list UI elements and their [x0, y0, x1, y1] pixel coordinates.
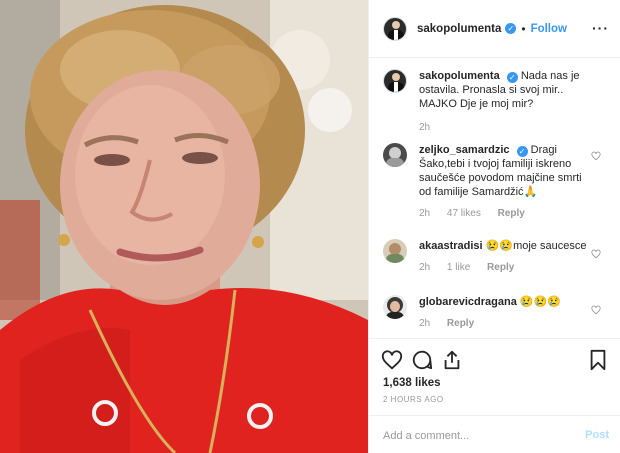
comment-body: globarevicdragana 😢😢😢 2h Reply	[419, 295, 593, 331]
comment-time[interactable]: 2h	[419, 262, 430, 273]
reply-button[interactable]: Reply	[498, 208, 525, 219]
verified-badge-icon: ✓	[505, 23, 517, 34]
header-separator: •	[521, 21, 526, 36]
action-icons	[381, 349, 609, 373]
comment-time[interactable]: 2h	[419, 208, 430, 219]
share-icon[interactable]	[441, 349, 463, 371]
add-comment-bar: Post	[369, 415, 620, 453]
comment-likes[interactable]: 47 likes	[447, 208, 481, 219]
comment-avatar[interactable]	[383, 143, 407, 167]
woman-portrait-image	[0, 0, 368, 453]
caption-meta: 2h	[419, 121, 593, 135]
post-timestamp[interactable]: 2 HOURS AGO	[383, 395, 444, 404]
more-options-icon[interactable]: ···	[592, 20, 609, 36]
instagram-post: sakopolumenta ✓ • Follow ··· sakopolumen…	[0, 0, 620, 453]
post-actions: 1,638 likes 2 HOURS AGO Post	[369, 338, 620, 453]
comment-avatar[interactable]	[383, 295, 407, 319]
reply-button[interactable]: Reply	[447, 318, 474, 329]
comment-text: 😢😢😢	[519, 296, 561, 308]
comment-item: akaastradisi 😢😢moje saucesce 2h 1 like R…	[383, 239, 611, 275]
comment-icon[interactable]	[411, 349, 433, 371]
comment-meta: 2h 47 likes Reply	[419, 207, 593, 221]
comment-username[interactable]: zeljko_samardzic	[419, 144, 510, 156]
add-comment-input[interactable]	[383, 428, 573, 444]
post-sidebar: sakopolumenta ✓ • Follow ··· sakopolumen…	[368, 0, 620, 453]
caption: sakopolumenta ✓ Nada nas je ostavila. Pr…	[383, 69, 611, 135]
comment-body: zeljko_samardzic ✓ Dragi Šako,tebi i tvo…	[419, 143, 593, 221]
caption-time[interactable]: 2h	[419, 122, 430, 133]
comment-likes[interactable]: 1 like	[447, 262, 470, 273]
caption-avatar[interactable]	[383, 69, 407, 93]
comment-text: 😢😢moje saucesce	[485, 240, 587, 252]
caption-body: sakopolumenta ✓ Nada nas je ostavila. Pr…	[419, 69, 593, 135]
comment-item: globarevicdragana 😢😢😢 2h Reply	[383, 295, 611, 331]
likes-count[interactable]: 1,638 likes	[383, 377, 441, 389]
comment-like-heart-icon[interactable]	[591, 249, 601, 259]
comment-like-heart-icon[interactable]	[591, 305, 601, 315]
comment-username[interactable]: globarevicdragana	[419, 296, 517, 308]
verified-badge-icon: ✓	[506, 72, 518, 83]
comments-list[interactable]: sakopolumenta ✓ Nada nas je ostavila. Pr…	[369, 59, 620, 339]
comment-meta: 2h 1 like Reply	[419, 261, 593, 275]
follow-button[interactable]: Follow	[531, 23, 567, 35]
post-photo[interactable]	[0, 0, 368, 453]
post-header: sakopolumenta ✓ • Follow ···	[369, 0, 620, 58]
comment-username[interactable]: akaastradisi	[419, 240, 483, 252]
comment-body: akaastradisi 😢😢moje saucesce 2h 1 like R…	[419, 239, 593, 275]
caption-username[interactable]: sakopolumenta	[419, 70, 500, 82]
comment-avatar[interactable]	[383, 239, 407, 263]
comment-meta: 2h Reply	[419, 317, 593, 331]
comment-time[interactable]: 2h	[419, 318, 430, 329]
header-username[interactable]: sakopolumenta	[417, 23, 501, 35]
verified-badge-icon: ✓	[516, 146, 528, 157]
reply-button[interactable]: Reply	[487, 262, 514, 273]
bookmark-icon[interactable]	[587, 349, 609, 371]
comment-item: zeljko_samardzic ✓ Dragi Šako,tebi i tvo…	[383, 143, 611, 221]
avatar[interactable]	[383, 16, 407, 41]
comment-like-heart-icon[interactable]	[591, 151, 601, 161]
heart-icon[interactable]	[381, 349, 403, 371]
post-comment-button[interactable]: Post	[585, 429, 609, 441]
